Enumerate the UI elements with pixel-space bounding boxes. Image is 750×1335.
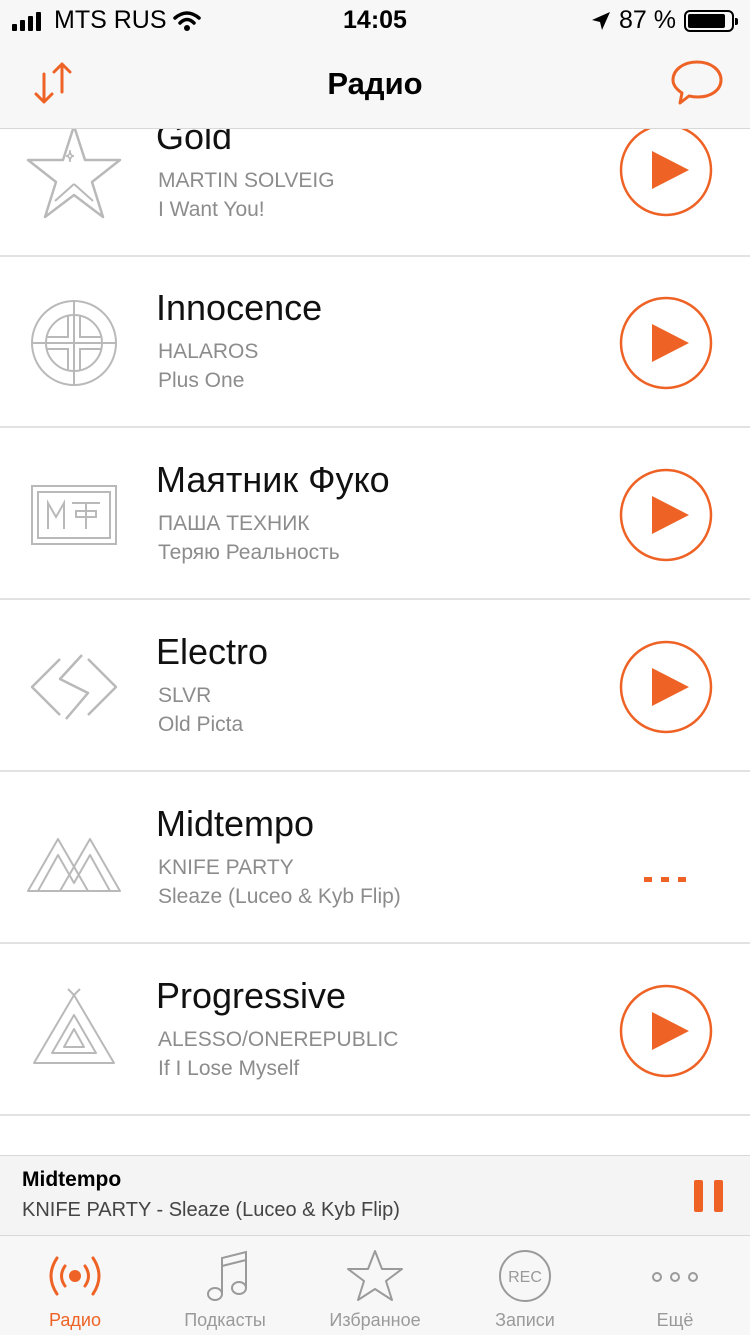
mountains-icon <box>27 838 121 892</box>
mini-player-title: Midtempo <box>22 1168 122 1191</box>
status-bar: MTS RUS 14:05 87 % <box>0 0 750 40</box>
station-name: Gold <box>156 129 233 157</box>
page-title: Радио <box>327 66 423 101</box>
tab-label: Ещё <box>656 1310 694 1330</box>
station-row[interactable]: Gold MARTIN SOLVEIG I Want You! <box>0 129 750 257</box>
tab-label: Записи <box>495 1310 555 1330</box>
tab-podcasts[interactable]: Подкасты <box>150 1236 300 1335</box>
triangle-icon <box>33 988 115 1064</box>
tab-recordings[interactable]: REC Записи <box>450 1236 600 1335</box>
station-name: Innocence <box>156 287 323 328</box>
pause-button[interactable] <box>694 1180 724 1212</box>
rec-icon: REC <box>499 1250 551 1302</box>
station-artist: ПАША ТЕХНИК <box>158 512 310 535</box>
play-button[interactable] <box>619 468 713 562</box>
bolt-diamond-icon <box>30 654 118 720</box>
play-button[interactable] <box>619 129 713 217</box>
tab-radio[interactable]: Радио <box>0 1236 150 1335</box>
play-button[interactable] <box>619 984 713 1078</box>
station-name: Electro <box>156 631 269 672</box>
mini-player[interactable]: Midtempo KNIFE PARTY - Sleaze (Luceo & K… <box>0 1155 750 1236</box>
station-row[interactable]: Electro SLVR Old Picta <box>0 601 750 772</box>
station-row[interactable]: Маятник Фуко ПАША ТЕХНИК Теряю Реальност… <box>0 429 750 600</box>
station-track: If I Lose Myself <box>158 1057 300 1080</box>
navigation-bar: Радио <box>0 40 750 129</box>
star-icon <box>26 129 122 219</box>
music-note-icon <box>207 1250 247 1301</box>
station-artist: HALAROS <box>158 340 259 363</box>
tab-more[interactable]: Ещё <box>600 1236 750 1335</box>
station-track: Sleaze (Luceo & Kyb Flip) <box>158 885 401 908</box>
station-name: Маятник Фуко <box>156 459 390 500</box>
station-track: Plus One <box>158 369 245 392</box>
play-button[interactable] <box>619 296 713 390</box>
play-button[interactable] <box>619 640 713 734</box>
loading-dots-icon <box>644 877 686 882</box>
station-track: Old Picta <box>158 713 244 736</box>
battery-icon <box>684 9 738 32</box>
station-row-partial[interactable] <box>0 1117 750 1155</box>
station-track: I Want You! <box>158 198 265 221</box>
station-list[interactable]: Gold MARTIN SOLVEIG I Want You! Innocenc… <box>0 129 750 1155</box>
station-row[interactable]: Midtempo KNIFE PARTY Sleaze (Luceo & Kyb… <box>0 773 750 944</box>
battery-percent: 87 % <box>619 6 676 34</box>
mini-player-subtitle: KNIFE PARTY - Sleaze (Luceo & Kyb Flip) <box>22 1199 400 1221</box>
station-name: Midtempo <box>156 803 315 844</box>
more-icon <box>652 1272 698 1282</box>
station-track: Теряю Реальность <box>158 541 340 564</box>
star-icon <box>347 1250 403 1301</box>
tab-label: Подкасты <box>184 1310 266 1330</box>
tab-bar: Радио Подкасты Избранное REC Записи Ещё <box>0 1235 750 1335</box>
crosshair-circle-icon <box>31 300 117 386</box>
station-artist: SLVR <box>158 684 212 707</box>
station-artist: KNIFE PARTY <box>158 856 294 879</box>
station-name: Progressive <box>156 975 347 1016</box>
station-artist: MARTIN SOLVEIG <box>158 169 335 192</box>
station-artist: ALESSO/ONEREPUBLIC <box>158 1028 399 1051</box>
chat-bubble-icon[interactable] <box>670 58 724 108</box>
mt-frame-icon <box>31 485 117 545</box>
radio-icon <box>49 1256 101 1296</box>
tab-label: Избранное <box>329 1310 421 1330</box>
tab-label: Радио <box>49 1310 101 1330</box>
location-arrow-icon <box>592 11 611 30</box>
tab-favorites[interactable]: Избранное <box>300 1236 450 1335</box>
station-row[interactable]: Innocence HALAROS Plus One <box>0 257 750 428</box>
station-row[interactable]: Progressive ALESSO/ONEREPUBLIC If I Lose… <box>0 945 750 1116</box>
svg-text:REC: REC <box>508 1269 542 1286</box>
